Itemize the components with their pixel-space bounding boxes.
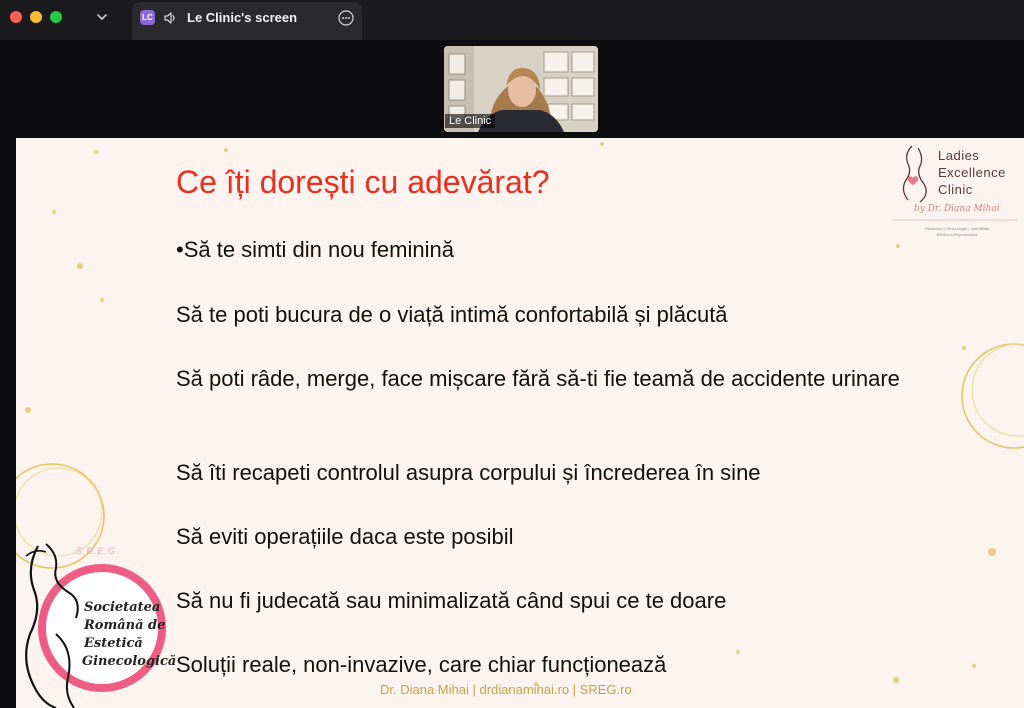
- sreg-logo: S.R.E.G. Societatea Română de Estetică G…: [16, 538, 176, 708]
- sreg-logo-line: Estetică: [84, 636, 143, 651]
- silhouette-icon: [902, 145, 927, 203]
- minimize-icon[interactable]: [30, 11, 42, 23]
- more-options-icon[interactable]: [338, 10, 354, 26]
- slide-bullet: Să poti râde, merge, face mișcare fără s…: [176, 366, 900, 391]
- sreg-abbreviation: S.R.E.G.: [76, 546, 120, 556]
- shared-slide: Ce îți dorești cu adevărat? •Să te simti…: [16, 138, 1024, 708]
- participant-video[interactable]: Le Clinic: [444, 46, 598, 132]
- clinic-logo-line: Ladies: [938, 148, 980, 163]
- clinic-logo: Ladies Excellence Clinic by Dr. Diana Mi…: [892, 142, 1018, 242]
- clinic-logo-tagline: Obstetrica | Ginecologie | Infertilitate…: [924, 226, 990, 237]
- screen-share-tab[interactable]: LC Le Clinic's screen: [132, 2, 362, 40]
- slide-bullet: Soluții reale, non-invazive, care chiar …: [176, 652, 667, 677]
- tab-title: Le Clinic's screen: [187, 10, 298, 25]
- sreg-logo-line: Română de: [84, 618, 166, 633]
- close-icon[interactable]: [10, 11, 22, 23]
- clinic-logo-line: Clinic: [938, 182, 973, 197]
- slide-footer: Dr. Diana Mihai | drdianamihai.ro | SREG…: [380, 682, 632, 697]
- divider: [892, 219, 1018, 221]
- speaker-icon[interactable]: [163, 11, 177, 25]
- zoom-icon[interactable]: [50, 11, 62, 23]
- slide-bullet: Să eviti operațiile daca este posibil: [176, 524, 514, 549]
- clinic-logo-line: Excellence: [938, 165, 1006, 180]
- chevron-down-icon[interactable]: [94, 9, 110, 25]
- sreg-logo-line: Ginecologică: [82, 654, 177, 669]
- participant-name: Le Clinic: [445, 114, 496, 128]
- sreg-logo-line: Societatea: [84, 600, 161, 615]
- avatar: LC: [140, 10, 155, 25]
- clinic-logo-byline: by Dr. Diana Mihai: [914, 204, 1000, 214]
- window-titlebar: LC Le Clinic's screen: [0, 0, 1024, 40]
- slide-bullet: Să îti recapeti controlul asupra corpulu…: [176, 460, 761, 485]
- slide-bullet: Să te poti bucura de o viață intimă conf…: [176, 302, 728, 327]
- slide-bullet: •Să te simti din nou feminină: [176, 237, 454, 262]
- slide-bullet: Să nu fi judecată sau minimalizată când …: [176, 588, 727, 613]
- slide-title: Ce îți dorești cu adevărat?: [176, 164, 550, 200]
